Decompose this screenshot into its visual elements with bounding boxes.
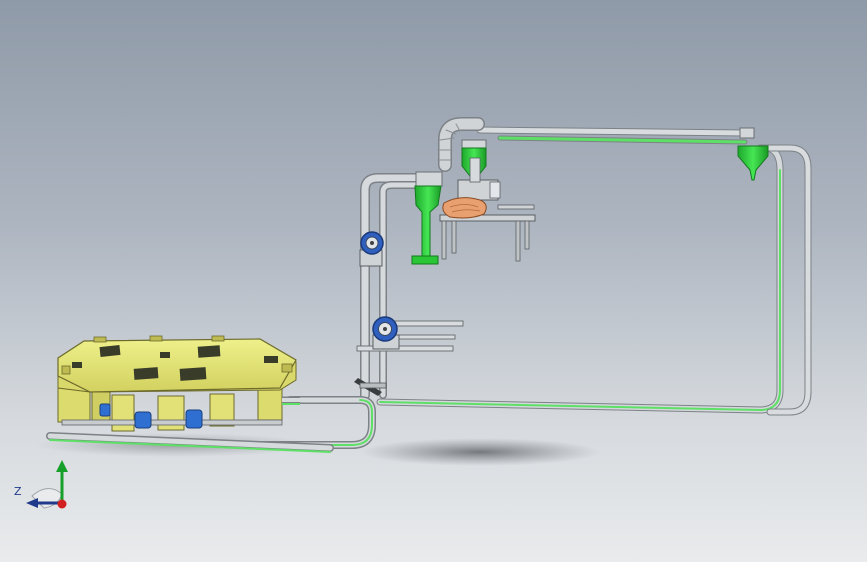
z-axis-label: Z	[14, 485, 22, 498]
floor-shadow-main	[360, 438, 600, 466]
assembly-scene[interactable]	[0, 0, 867, 562]
outer-return-pipe[interactable]	[756, 144, 812, 416]
fabric-roll	[442, 197, 487, 219]
blower-lower[interactable]	[372, 316, 400, 350]
blower-upper[interactable]	[359, 231, 384, 267]
riser-pipe[interactable]	[360, 173, 425, 400]
cyclone-separator-main[interactable]	[411, 171, 443, 265]
octagonal-machine[interactable]	[57, 335, 297, 432]
origin-point	[57, 499, 67, 509]
riser-pipe-2[interactable]	[379, 181, 424, 399]
machine-pipe-link[interactable]	[282, 396, 300, 405]
cyclone-right[interactable]	[737, 127, 769, 181]
coordinate-triad	[26, 460, 68, 509]
cad-viewport[interactable]: Z	[0, 0, 867, 562]
